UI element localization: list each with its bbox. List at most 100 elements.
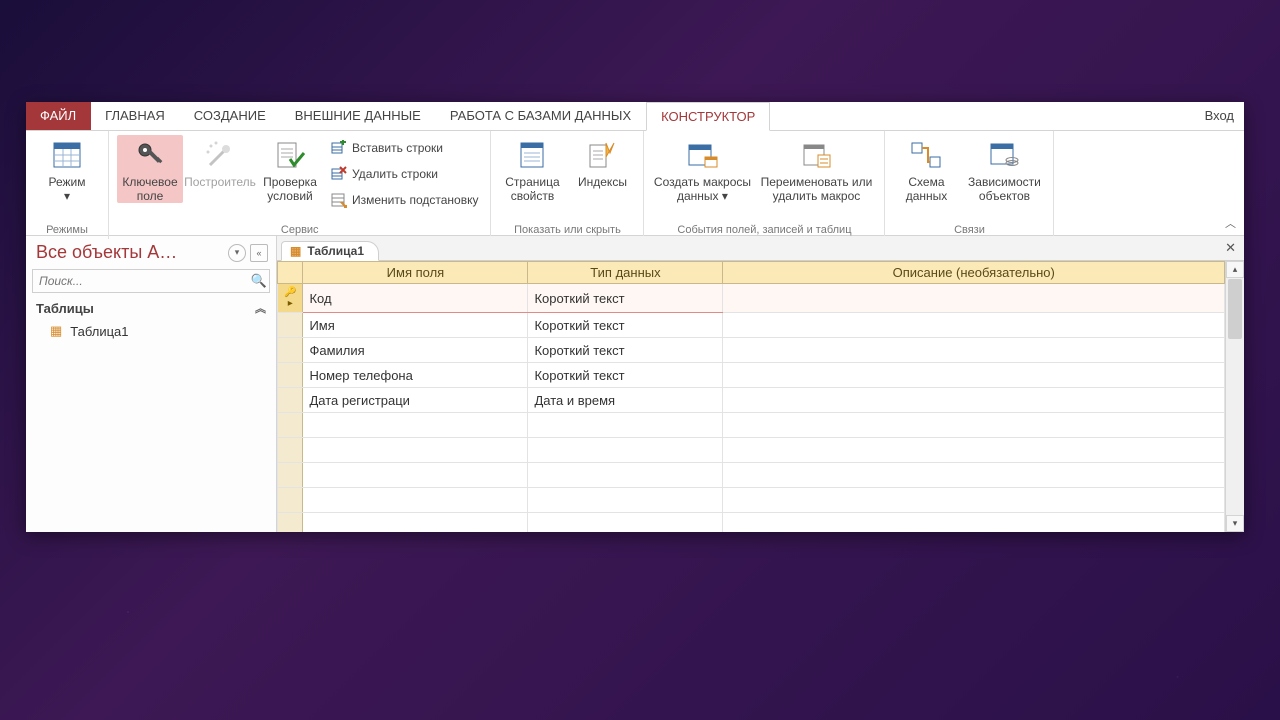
nav-category-tables[interactable]: Таблицы︽: [26, 295, 276, 319]
field-row-empty[interactable]: [278, 438, 1225, 463]
builder-button[interactable]: Построитель: [187, 135, 253, 189]
property-sheet-button[interactable]: Страница свойств: [499, 135, 565, 203]
document-area: ▦ Таблица1 ✕ Имя поля Тип данных Описани…: [277, 236, 1244, 532]
nav-menu-button[interactable]: ▾: [228, 244, 246, 262]
field-row[interactable]: ФамилияКороткий текст: [278, 338, 1225, 363]
cell-data-type[interactable]: [528, 488, 723, 513]
create-data-macros-button[interactable]: Создать макросы данных ▾: [652, 135, 752, 203]
cell-field-name[interactable]: [303, 463, 528, 488]
cell-description[interactable]: [723, 338, 1225, 363]
cell-field-name[interactable]: Номер телефона: [303, 363, 528, 388]
modify-lookups-button[interactable]: Изменить подстановку: [327, 189, 482, 211]
field-row[interactable]: Дата регистрациДата и время: [278, 388, 1225, 413]
tab-design[interactable]: КОНСТРУКТОР: [646, 102, 770, 131]
sign-in-link[interactable]: Вход: [1195, 102, 1244, 130]
row-selector[interactable]: [278, 313, 303, 338]
delete-rows-button[interactable]: Удалить строки: [327, 163, 482, 185]
test-validation-rules-button[interactable]: Проверка условий: [257, 135, 323, 203]
design-grid[interactable]: Имя поля Тип данных Описание (необязател…: [277, 261, 1225, 532]
cell-field-name[interactable]: Фамилия: [303, 338, 528, 363]
cell-description[interactable]: [723, 513, 1225, 533]
row-selector[interactable]: [278, 363, 303, 388]
col-description[interactable]: Описание (необязательно): [723, 262, 1225, 284]
field-row-empty[interactable]: [278, 488, 1225, 513]
ribbon: Режим▾ Режимы Ключевое поле Построитель …: [26, 131, 1244, 236]
navigation-pane: Все объекты A… ▾ « 🔍 Таблицы︽ ▦Таблица1: [26, 236, 277, 532]
object-dependencies-button[interactable]: Зависимости объектов: [963, 135, 1045, 203]
cell-description[interactable]: [723, 388, 1225, 413]
tab-home[interactable]: ГЛАВНАЯ: [91, 102, 180, 130]
col-data-type[interactable]: Тип данных: [528, 262, 723, 284]
view-button[interactable]: Режим▾: [34, 135, 100, 203]
cell-field-name[interactable]: [303, 438, 528, 463]
row-selector[interactable]: 🔑▸: [278, 284, 303, 313]
tab-file[interactable]: ФАЙЛ: [26, 102, 91, 130]
cell-data-type[interactable]: Короткий текст: [528, 313, 723, 338]
key-icon: [134, 139, 166, 171]
cell-description[interactable]: [723, 438, 1225, 463]
close-document-button[interactable]: ✕: [1225, 240, 1236, 256]
cell-field-name[interactable]: [303, 488, 528, 513]
search-icon[interactable]: 🔍: [249, 273, 269, 289]
field-row-empty[interactable]: [278, 463, 1225, 488]
cell-description[interactable]: [723, 284, 1225, 313]
row-selector[interactable]: [278, 413, 303, 438]
document-tabs: ▦ Таблица1 ✕: [277, 236, 1244, 261]
cell-field-name[interactable]: [303, 513, 528, 533]
rename-delete-macro-button[interactable]: Переименовать или удалить макрос: [756, 135, 876, 203]
cell-description[interactable]: [723, 363, 1225, 388]
field-row[interactable]: ИмяКороткий текст: [278, 313, 1225, 338]
row-selector[interactable]: [278, 513, 303, 533]
cell-data-type[interactable]: [528, 438, 723, 463]
cell-data-type[interactable]: [528, 463, 723, 488]
cell-data-type[interactable]: Короткий текст: [528, 338, 723, 363]
insert-rows-button[interactable]: Вставить строки: [327, 137, 482, 159]
nav-collapse-button[interactable]: «: [250, 244, 268, 262]
collapse-ribbon-button[interactable]: ︿: [1225, 215, 1236, 231]
row-selector-header: [278, 262, 303, 284]
dependencies-icon: [988, 139, 1020, 171]
cell-data-type[interactable]: Дата и время: [528, 388, 723, 413]
cell-description[interactable]: [723, 313, 1225, 338]
row-selector[interactable]: [278, 463, 303, 488]
tab-database-tools[interactable]: РАБОТА С БАЗАМИ ДАННЫХ: [436, 102, 646, 130]
cell-data-type[interactable]: [528, 413, 723, 438]
cell-field-name[interactable]: Код: [303, 284, 528, 313]
property-sheet-icon: [516, 139, 548, 171]
ribbon-group-events: Создать макросы данных ▾ Переименовать и…: [644, 131, 885, 239]
cell-description[interactable]: [723, 488, 1225, 513]
validation-icon: [274, 139, 306, 171]
col-field-name[interactable]: Имя поля: [303, 262, 528, 284]
field-row-empty[interactable]: [278, 413, 1225, 438]
data-macros-icon: [686, 139, 718, 171]
field-row[interactable]: 🔑▸КодКороткий текст: [278, 284, 1225, 313]
cell-field-name[interactable]: [303, 413, 528, 438]
indexes-button[interactable]: Индексы: [569, 135, 635, 189]
primary-key-button[interactable]: Ключевое поле: [117, 135, 183, 203]
scroll-thumb[interactable]: [1228, 279, 1242, 339]
document-tab-table1[interactable]: ▦ Таблица1: [281, 241, 379, 261]
indexes-icon: [586, 139, 618, 171]
cell-description[interactable]: [723, 463, 1225, 488]
row-selector[interactable]: [278, 388, 303, 413]
row-selector[interactable]: [278, 488, 303, 513]
nav-item[interactable]: ▦Таблица1: [26, 319, 276, 343]
row-selector[interactable]: [278, 438, 303, 463]
cell-data-type[interactable]: Короткий текст: [528, 363, 723, 388]
cell-data-type[interactable]: Короткий текст: [528, 284, 723, 313]
tab-create[interactable]: СОЗДАНИЕ: [180, 102, 281, 130]
field-row[interactable]: Номер телефонаКороткий текст: [278, 363, 1225, 388]
field-row-empty[interactable]: [278, 513, 1225, 533]
scroll-up-button[interactable]: ▴: [1226, 261, 1244, 278]
vertical-scrollbar[interactable]: ▴ ▾: [1225, 261, 1244, 532]
row-selector[interactable]: [278, 338, 303, 363]
cell-description[interactable]: [723, 413, 1225, 438]
cell-field-name[interactable]: Имя: [303, 313, 528, 338]
scroll-down-button[interactable]: ▾: [1226, 515, 1244, 532]
nav-search: 🔍: [32, 269, 270, 293]
search-input[interactable]: [33, 274, 249, 288]
cell-field-name[interactable]: Дата регистраци: [303, 388, 528, 413]
tab-external-data[interactable]: ВНЕШНИЕ ДАННЫЕ: [281, 102, 436, 130]
cell-data-type[interactable]: [528, 513, 723, 533]
relationships-button[interactable]: Схема данных: [893, 135, 959, 203]
